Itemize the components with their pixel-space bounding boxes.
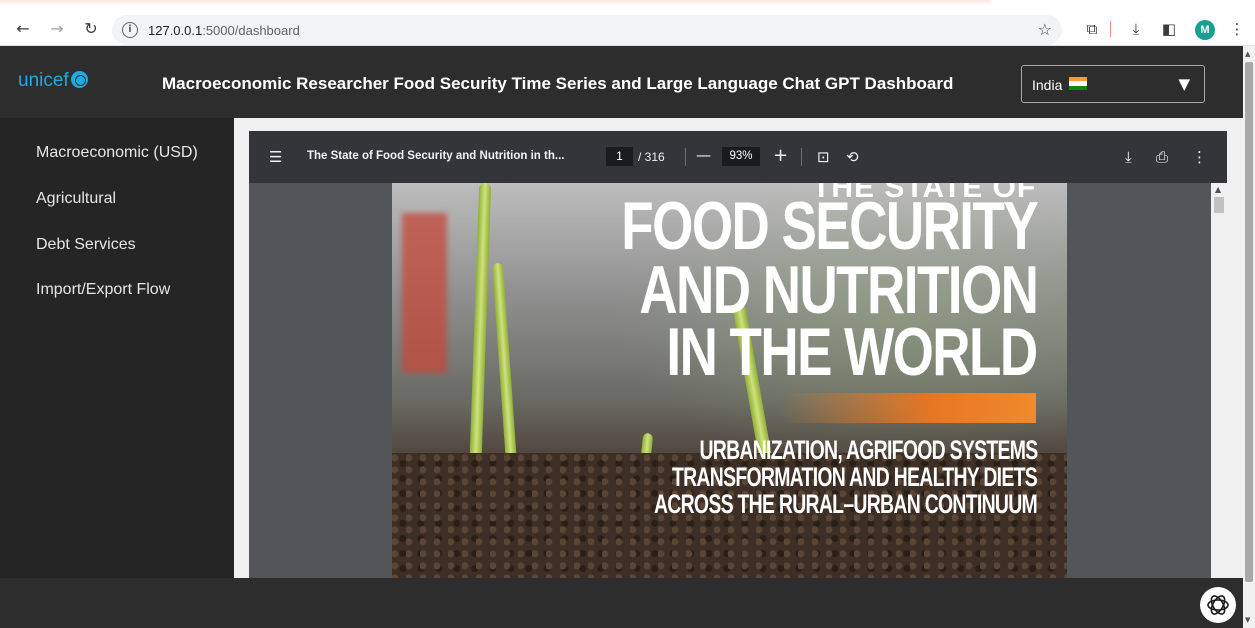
browser-toolbar: ← → ↻ i 127.0.0.1:5000/dashboard ☆ ⧉ ⤓ ◧… bbox=[0, 0, 1255, 46]
scroll-up-icon[interactable]: ▲ bbox=[1215, 185, 1221, 194]
bookmark-star-icon[interactable]: ☆ bbox=[1038, 20, 1052, 39]
pdf-viewer: ☰ The State of Food Security and Nutriti… bbox=[249, 131, 1227, 578]
print-icon[interactable]: ⎙ bbox=[1156, 148, 1168, 166]
side-panel-icon[interactable]: ◧ bbox=[1158, 18, 1180, 40]
sidebar-item-import-export[interactable]: Import/Export Flow bbox=[36, 281, 170, 299]
pdf-toolbar: ☰ The State of Food Security and Nutriti… bbox=[249, 131, 1227, 183]
cover-title-line2: AND NUTRITION bbox=[638, 252, 1039, 328]
pdf-scrollbar[interactable]: ▲ bbox=[1211, 183, 1227, 578]
cover-subtitle-line2: TRANSFORMATION AND HEALTHY DIETS bbox=[671, 462, 1038, 492]
download-icon[interactable]: ⤓ bbox=[1125, 18, 1147, 40]
app-header: unicef Macroeconomic Researcher Food Sec… bbox=[0, 46, 1243, 118]
page-total: / 316 bbox=[638, 150, 665, 164]
address-bar[interactable]: i 127.0.0.1:5000/dashboard ☆ bbox=[112, 15, 1062, 45]
pdf-document-title: The State of Food Security and Nutrition… bbox=[307, 150, 565, 162]
logo-text: unicef bbox=[18, 70, 69, 91]
sidebar-item-macroeconomic[interactable]: Macroeconomic (USD) bbox=[36, 144, 198, 162]
scroll-up-icon[interactable]: ▲ bbox=[1245, 50, 1250, 58]
country-selected-value: India bbox=[1032, 77, 1063, 93]
scroll-down-icon[interactable]: ▼ bbox=[1245, 616, 1250, 624]
cover-background-shape bbox=[402, 213, 447, 373]
toolbar-divider bbox=[1110, 21, 1111, 37]
rotate-icon[interactable]: ⟲ bbox=[846, 148, 859, 166]
cover-title-line3: IN THE WORLD bbox=[666, 314, 1039, 390]
zoom-input[interactable]: 93% bbox=[722, 147, 760, 166]
cover-title-line1: FOOD SECURITY bbox=[621, 188, 1038, 264]
zoom-in-icon[interactable]: + bbox=[773, 145, 788, 166]
fit-page-icon[interactable]: ⊡ bbox=[817, 148, 830, 166]
pdf-download-icon[interactable]: ⤓ bbox=[1125, 148, 1132, 166]
main-content: ☰ The State of Food Security and Nutriti… bbox=[234, 118, 1243, 578]
forward-arrow-icon[interactable]: → bbox=[46, 18, 68, 40]
profile-avatar[interactable]: M bbox=[1195, 20, 1215, 40]
unicef-globe-icon bbox=[70, 71, 88, 88]
openai-logo-icon bbox=[1207, 595, 1229, 615]
toolbar-divider bbox=[685, 148, 686, 166]
cover-orange-bar bbox=[782, 393, 1036, 423]
browser-menu-icon[interactable]: ⋮ bbox=[1226, 18, 1248, 40]
page-title: Macroeconomic Researcher Food Security T… bbox=[162, 74, 954, 93]
sprout-image bbox=[468, 183, 492, 484]
toolbar-divider bbox=[801, 148, 802, 166]
sidebar-item-debt-services[interactable]: Debt Services bbox=[36, 236, 136, 254]
page-scroll-thumb[interactable] bbox=[1245, 62, 1253, 582]
reload-icon[interactable]: ↻ bbox=[80, 18, 102, 40]
dropdown-caret-icon: ▼ bbox=[1178, 75, 1190, 93]
zoom-out-icon[interactable]: — bbox=[696, 146, 711, 164]
sidebar-item-agricultural[interactable]: Agricultural bbox=[36, 190, 116, 208]
footer-bar bbox=[0, 578, 1243, 628]
cover-subtitle-line3: ACROSS THE RURAL–URBAN CONTINUUM bbox=[653, 489, 1038, 519]
back-arrow-icon[interactable]: ← bbox=[12, 18, 34, 40]
pdf-page-cover: THE STATE OF FOOD SECURITY AND NUTRITION… bbox=[392, 183, 1067, 578]
extensions-icon[interactable]: ⧉ bbox=[1081, 18, 1103, 40]
unicef-logo[interactable]: unicef bbox=[18, 70, 88, 92]
page-scrollbar[interactable]: ▲ ▼ bbox=[1243, 46, 1255, 628]
pdf-more-icon[interactable]: ⋮ bbox=[1192, 148, 1207, 166]
site-info-icon[interactable]: i bbox=[122, 22, 138, 38]
chatgpt-button[interactable] bbox=[1200, 587, 1236, 623]
india-flag-icon bbox=[1069, 77, 1087, 90]
country-select[interactable]: India ▼ bbox=[1021, 65, 1205, 103]
hamburger-menu-icon[interactable]: ☰ bbox=[269, 148, 282, 166]
pdf-scroll-thumb[interactable] bbox=[1214, 197, 1224, 213]
sidebar: Macroeconomic (USD) Agricultural Debt Se… bbox=[0, 118, 234, 578]
cover-subtitle-line1: URBANIZATION, AGRIFOOD SYSTEMS bbox=[698, 435, 1038, 465]
tab-strip-edge bbox=[0, 0, 990, 5]
page-number-input[interactable]: 1 bbox=[606, 147, 633, 166]
url-text[interactable]: 127.0.0.1:5000/dashboard bbox=[148, 23, 300, 38]
